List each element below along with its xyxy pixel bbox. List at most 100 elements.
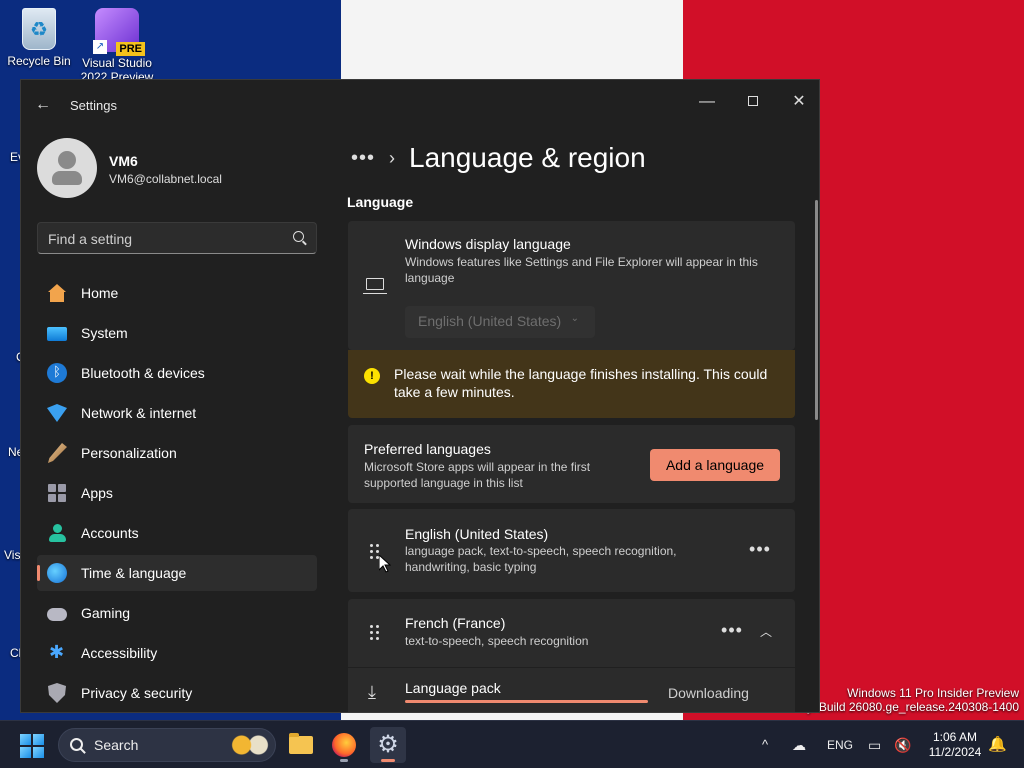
profile-name: VM6 <box>109 153 138 169</box>
sidebar-item-gaming[interactable]: Gaming <box>37 595 317 631</box>
taskbar-search[interactable]: Search <box>58 728 276 762</box>
title-bar: ← Settings — ✕ <box>21 80 819 130</box>
taskbar: Search ⚙ ^ ☁ ENG ▭ 🔇 1:06 AM 11/2/2024 🔔 <box>0 720 1024 768</box>
add-language-button[interactable]: Add a language <box>650 449 780 481</box>
gamepad-icon <box>47 608 67 621</box>
system-icon <box>47 327 67 341</box>
language-item-french[interactable]: French (France) text-to-speech, speech r… <box>348 599 795 667</box>
gear-icon: ⚙ <box>377 731 399 758</box>
download-progress-bar <box>405 700 648 703</box>
avatar-body <box>52 171 82 185</box>
taskbar-search-label: Search <box>94 737 139 753</box>
search-icon[interactable] <box>293 231 304 242</box>
search-highlight-image <box>229 732 271 758</box>
taskbar-firefox[interactable] <box>326 727 362 763</box>
desktop-icon-recycle-bin[interactable]: Recycle Bin <box>1 8 77 68</box>
maximize-button[interactable] <box>730 86 776 118</box>
sidebar-item-home[interactable]: Home <box>37 275 317 311</box>
download-status: Downloading <box>668 685 749 701</box>
warning-icon: ! <box>364 368 380 384</box>
desktop-icon-visual-studio[interactable]: ↗ PRE Visual Studio 2022 Preview <box>79 8 155 86</box>
content-scrollbar[interactable] <box>815 200 818 420</box>
bluetooth-icon <box>47 363 67 383</box>
start-button[interactable] <box>20 734 44 758</box>
volume-muted-icon[interactable]: 🔇 <box>894 721 911 768</box>
breadcrumb-more-button[interactable]: ••• <box>351 147 375 170</box>
display-language-dropdown[interactable]: English (United States) ⌄ <box>405 306 595 338</box>
back-button[interactable]: ← <box>35 96 55 116</box>
active-indicator <box>381 759 395 762</box>
language-name: French (France) <box>405 615 506 631</box>
network-icon <box>47 404 67 422</box>
sidebar-item-label: Accessibility <box>81 645 158 661</box>
more-options-button[interactable]: ••• <box>716 621 748 645</box>
sidebar-item-personalization[interactable]: Personalization <box>37 435 317 471</box>
preview-badge: PRE <box>116 42 145 56</box>
taskbar-file-explorer[interactable] <box>283 727 319 763</box>
warning-text: Please wait while the language finishes … <box>394 366 768 400</box>
sidebar-item-label: Privacy & security <box>81 685 193 701</box>
taskbar-settings[interactable]: ⚙ <box>370 727 406 763</box>
avatar-head <box>58 151 76 169</box>
sidebar-item-label: Home <box>81 285 119 301</box>
clock[interactable]: 1:06 AM 11/2/2024 <box>920 730 990 760</box>
language-pack-row: ⤓ Language pack Downloading <box>348 668 795 712</box>
setting-description: Windows features like Settings and File … <box>405 255 758 285</box>
input-language-indicator[interactable]: ENG <box>827 721 853 768</box>
sidebar-item-label: Bluetooth & devices <box>81 365 205 381</box>
language-features: text-to-speech, speech recognition <box>405 634 589 648</box>
close-button[interactable]: ✕ <box>776 86 819 118</box>
home-icon <box>48 284 66 302</box>
sidebar-item-time-language[interactable]: Time & language <box>37 555 317 591</box>
globe-clock-icon <box>47 563 67 583</box>
display-icon[interactable]: ▭ <box>868 721 881 768</box>
avatar <box>37 138 97 198</box>
minimize-button[interactable]: — <box>684 86 730 118</box>
sidebar-item-label: Accounts <box>81 525 139 541</box>
sidebar-item-privacy[interactable]: Privacy & security <box>37 675 317 711</box>
apps-icon <box>47 483 67 503</box>
sidebar-item-label: Time & language <box>81 565 187 581</box>
language-features: language pack, text-to-speech, speech re… <box>405 544 677 574</box>
settings-search-box <box>37 222 317 254</box>
mouse-cursor-icon <box>379 555 391 573</box>
sidebar-item-accessibility[interactable]: Accessibility <box>37 635 317 671</box>
show-hidden-icons-button[interactable]: ^ <box>762 721 768 768</box>
setting-title: Windows display language <box>405 236 571 252</box>
download-icon: ⤓ <box>368 682 376 702</box>
windows-display-language-card: Windows display language Windows feature… <box>348 221 795 350</box>
watermark-line: y. Build 26080.ge_release.240308-1400 <box>807 700 1019 714</box>
network-disconnected-icon[interactable]: ☁ <box>792 721 806 768</box>
sidebar-item-network[interactable]: Network & internet <box>37 395 317 431</box>
profile-email: VM6@collabnet.local <box>109 172 222 186</box>
recycle-bin-icon <box>22 8 56 50</box>
sidebar-item-accounts[interactable]: Accounts <box>37 515 317 551</box>
visual-studio-icon: ↗ PRE <box>93 8 145 56</box>
search-input[interactable] <box>48 229 278 249</box>
maximize-icon <box>748 96 758 106</box>
language-item-english[interactable]: English (United States) language pack, t… <box>348 509 795 592</box>
sidebar-item-bluetooth[interactable]: Bluetooth & devices <box>37 355 317 391</box>
shortcut-arrow-icon: ↗ <box>93 40 107 54</box>
dropdown-value: English (United States) <box>418 313 562 329</box>
chevron-up-icon[interactable]: ︿ <box>760 623 772 640</box>
sidebar-item-system[interactable]: System <box>37 315 317 351</box>
settings-window: ← Settings — ✕ VM6 VM6@collabnet.local H… <box>20 79 820 713</box>
laptop-icon <box>363 278 387 294</box>
breadcrumb-chevron-icon: › <box>389 147 396 168</box>
chevron-down-icon: ⌄ <box>570 313 579 324</box>
sidebar-item-label: Network & internet <box>81 405 197 421</box>
firefox-icon <box>332 733 356 757</box>
section-heading-language: Language <box>347 194 414 210</box>
sidebar-nav: Home System Bluetooth & devices Network … <box>37 275 317 712</box>
preferred-languages-card: Preferred languages Microsoft Store apps… <box>348 425 795 503</box>
sidebar-item-label: Apps <box>81 485 113 501</box>
sidebar-item-apps[interactable]: Apps <box>37 475 317 511</box>
clock-date: 11/2/2024 <box>928 745 982 759</box>
drag-handle-icon[interactable] <box>370 625 382 641</box>
accessibility-icon <box>47 642 67 663</box>
more-options-button[interactable]: ••• <box>744 540 776 564</box>
notifications-bell-icon[interactable]: 🔔 <box>988 721 1007 768</box>
os-watermark: Windows 11 Pro Insider Preview y. Build … <box>807 686 1019 714</box>
sidebar-item-label: Gaming <box>81 605 131 621</box>
